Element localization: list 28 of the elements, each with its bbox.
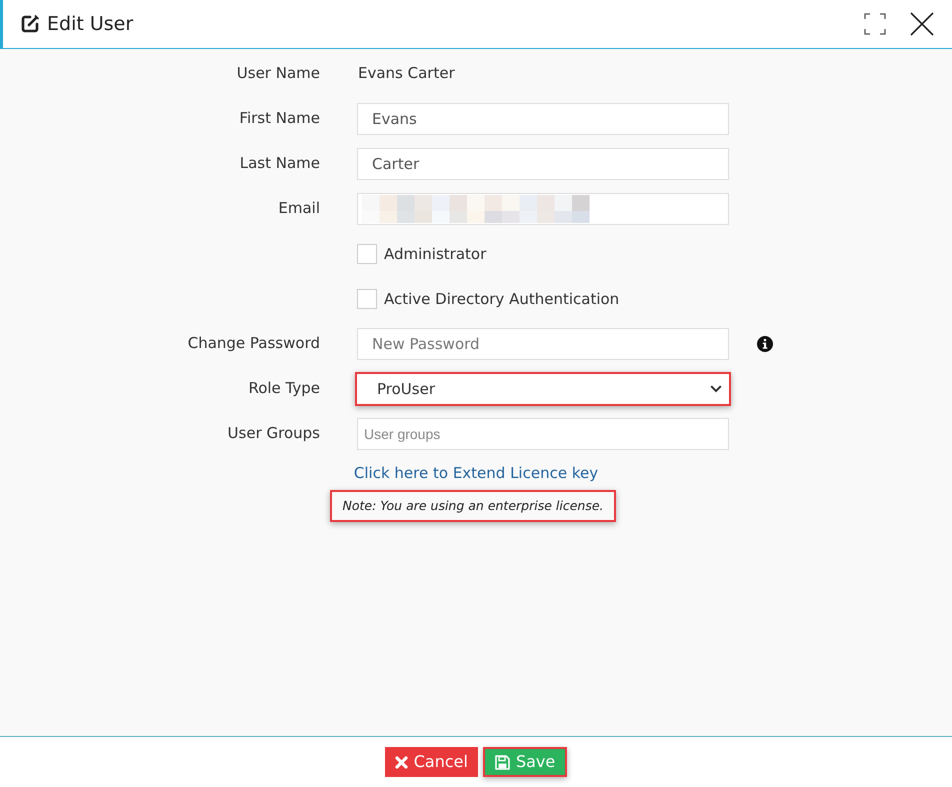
field-label: Role Type — [248, 378, 320, 398]
close-icon[interactable] — [910, 12, 934, 36]
extend-licence-link[interactable]: Click here to Extend Licence key — [354, 463, 598, 483]
field-label: Email — [278, 198, 320, 218]
user-name-value: Evans Carter — [357, 63, 455, 83]
checkbox[interactable] — [357, 289, 377, 309]
maximize-icon[interactable] — [864, 13, 886, 35]
field-label: Last Name — [240, 153, 320, 173]
checkbox[interactable] — [357, 244, 377, 264]
checkbox-label: Administrator — [384, 244, 486, 264]
field-label: First Name — [239, 108, 320, 128]
field-label: User Groups — [228, 423, 320, 443]
password-field[interactable]: New Password — [357, 328, 729, 360]
cancel-button[interactable]: Cancel — [384, 747, 478, 777]
role-type-select[interactable]: ProUser — [355, 372, 731, 406]
email-field[interactable] — [357, 193, 729, 225]
checkbox-label: Active Directory Authentication — [384, 289, 620, 309]
text-input-field[interactable]: Carter — [357, 148, 729, 180]
dialog-title: Edit User — [47, 12, 134, 37]
edit-icon — [20, 14, 40, 34]
licence-note: Note: You are using an enterprise license. — [330, 490, 616, 522]
info-icon[interactable] — [757, 336, 773, 352]
text-input-field[interactable]: Evans — [357, 103, 729, 135]
x-icon — [394, 756, 408, 768]
user-groups-field[interactable]: User groups — [357, 418, 729, 450]
field-label: User Name — [236, 63, 320, 83]
chevron-down-icon — [710, 385, 722, 393]
field-label: Change Password — [188, 333, 320, 353]
